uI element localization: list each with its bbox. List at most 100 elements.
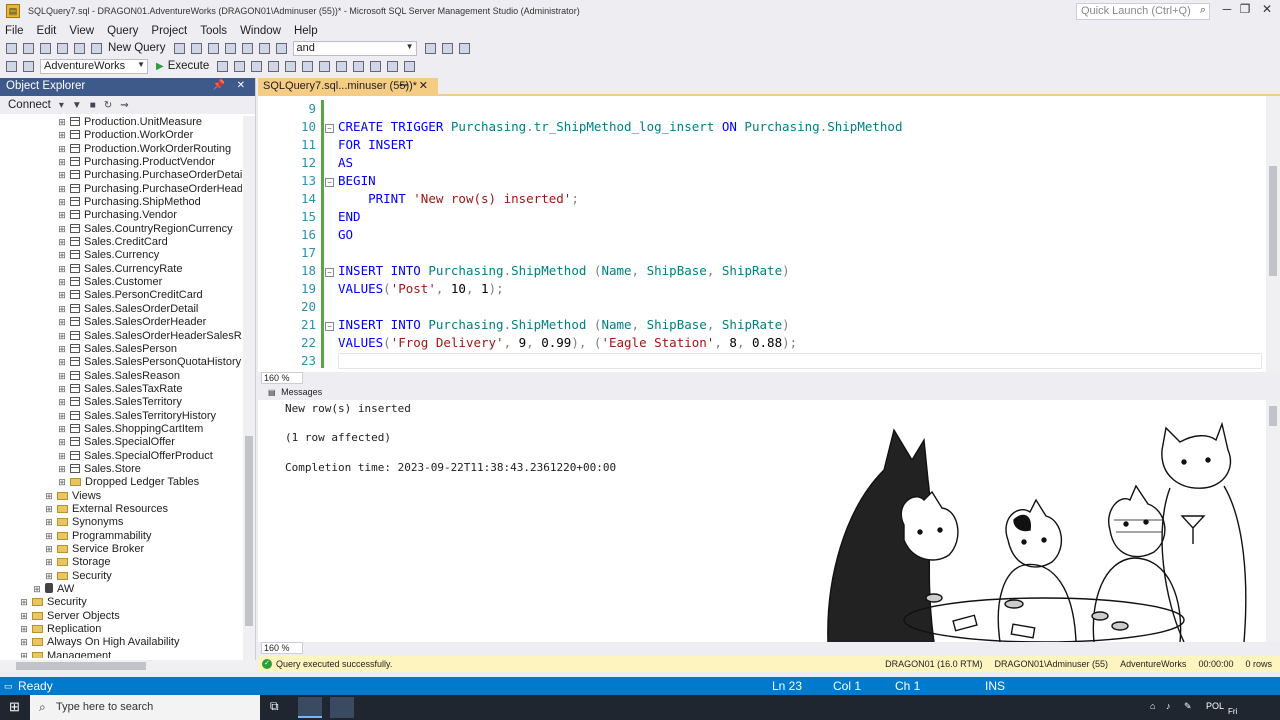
menu-edit[interactable]: Edit [37, 25, 57, 37]
volume-icon[interactable]: ♪ [1166, 701, 1171, 711]
solution-icon[interactable] [258, 42, 270, 54]
expand-icon[interactable]: ⊞ [45, 503, 53, 516]
expand-icon[interactable]: ⊞ [58, 143, 66, 156]
menu-window[interactable]: Window [240, 25, 281, 37]
tree-node-table[interactable]: ⊞ Sales.SalesTaxRate [0, 383, 242, 396]
scroll-thumb[interactable] [16, 662, 146, 670]
connect-button[interactable]: Connect [8, 99, 51, 111]
find-combo[interactable]: and ▼ [292, 40, 417, 56]
menu-file[interactable]: File [5, 25, 24, 37]
expand-icon[interactable]: ⊞ [58, 249, 66, 262]
filter-icon[interactable]: ▼ [72, 100, 82, 111]
clock-day[interactable]: Fri [1228, 707, 1237, 716]
results-text-icon[interactable] [302, 60, 314, 72]
close-button[interactable]: ✕ [1254, 2, 1280, 20]
database-select[interactable]: AdventureWorks ▼ [40, 58, 148, 74]
expand-icon[interactable]: ⊞ [58, 343, 66, 356]
close-icon[interactable]: ✕ [237, 80, 245, 91]
indent-icon[interactable] [404, 60, 416, 72]
tree-node-table[interactable]: ⊞ Purchasing.PurchaseOrderDetail [0, 169, 242, 182]
open-file-icon[interactable] [57, 42, 68, 54]
tree-node-folder[interactable]: ⊞ Always On High Availability [0, 636, 242, 649]
tree-node-folder[interactable]: ⊞ Views [0, 490, 242, 503]
tree-node-table[interactable]: ⊞ Sales.Currency [0, 249, 242, 262]
menu-help[interactable]: Help [294, 25, 318, 37]
tree-node-table[interactable]: ⊞ Sales.Customer [0, 276, 242, 289]
tree-node-table[interactable]: ⊞ Sales.SalesOrderHeader [0, 316, 242, 329]
back-icon[interactable] [6, 42, 17, 54]
save-all-icon[interactable] [91, 42, 102, 54]
expand-icon[interactable]: ⊞ [45, 570, 53, 583]
expand-icon[interactable]: ⊞ [58, 209, 66, 222]
new-query-button[interactable]: New Query [108, 42, 166, 54]
expand-icon[interactable]: ⊞ [58, 410, 66, 423]
file-explorer-taskbar-icon[interactable] [330, 697, 354, 718]
editor-zoom-select[interactable]: 160 % [261, 372, 303, 384]
expand-icon[interactable]: ⊞ [45, 556, 53, 569]
expand-icon[interactable]: ⊞ [58, 156, 66, 169]
expand-icon[interactable]: ⊞ [58, 236, 66, 249]
expand-icon[interactable]: ⊞ [58, 303, 66, 316]
tree-node-folder[interactable]: ⊞ Replication [0, 623, 242, 636]
new-project-icon[interactable] [40, 42, 51, 54]
tree-node-table[interactable]: ⊞ Sales.ShoppingCartItem [0, 423, 242, 436]
expand-icon[interactable]: ⊞ [58, 183, 66, 196]
expand-icon[interactable]: ⊞ [58, 356, 66, 369]
properties-icon[interactable] [424, 42, 436, 54]
tree-node-table[interactable]: ⊞ Sales.SalesPerson [0, 343, 242, 356]
expand-icon[interactable]: ⊞ [58, 129, 66, 142]
expand-icon[interactable]: ⊞ [45, 543, 53, 556]
expand-icon[interactable]: ⊞ [33, 583, 41, 596]
expand-icon[interactable]: ⊞ [58, 223, 66, 236]
tree-node-table[interactable]: ⊞ Production.WorkOrder [0, 129, 242, 142]
menu-view[interactable]: View [69, 25, 94, 37]
forward-icon[interactable] [23, 42, 34, 54]
expand-icon[interactable]: ⊞ [58, 450, 66, 463]
pin-icon[interactable]: ⊷ [399, 80, 408, 91]
uncomment-icon[interactable] [370, 60, 382, 72]
comment-icon[interactable] [353, 60, 365, 72]
tree-node-folder[interactable]: ⊞ Synonyms [0, 516, 242, 529]
collapse-icon[interactable]: − [325, 268, 334, 277]
tree-node-table[interactable]: ⊞ Sales.CurrencyRate [0, 263, 242, 276]
tree-node-table[interactable]: ⊞ Sales.SalesTerritory [0, 396, 242, 409]
activity-icon[interactable]: ⇝ [120, 100, 128, 111]
tree-node-table[interactable]: ⊞ Sales.CountryRegionCurrency [0, 223, 242, 236]
chevron-down-icon[interactable]: ▾ [59, 100, 64, 111]
expand-icon[interactable]: ⊞ [58, 276, 66, 289]
expand-icon[interactable]: ⊞ [20, 596, 28, 609]
tree-node-table[interactable]: ⊞ Sales.SalesReason [0, 370, 242, 383]
expand-icon[interactable]: ⊞ [20, 623, 28, 636]
undo-icon[interactable] [224, 42, 236, 54]
tools-icon[interactable] [441, 42, 453, 54]
expand-icon[interactable]: ⊞ [20, 610, 28, 623]
tree-node-table[interactable]: ⊞ Sales.Store [0, 463, 242, 476]
tree-node-table[interactable]: ⊞ Sales.SalesPersonQuotaHistory [0, 356, 242, 369]
editor-vscroll[interactable] [1266, 96, 1280, 372]
stop-icon[interactable]: ■ [90, 100, 96, 111]
results-zoom-select[interactable]: 160 % [261, 642, 303, 654]
tree-node-folder[interactable]: ⊞ External Resources [0, 503, 242, 516]
refresh-icon[interactable]: ↻ [104, 100, 112, 111]
tab-messages[interactable]: Messages [281, 387, 322, 397]
sql-editor[interactable]: 9 10 11 12 13 14 15 16 17 18 19 20 21 22… [258, 96, 1280, 372]
paste-icon[interactable] [207, 42, 219, 54]
tree-node-folder[interactable]: ⊞ Programmability [0, 530, 242, 543]
expand-icon[interactable]: ⊞ [58, 263, 66, 276]
expand-icon[interactable]: ⊞ [20, 636, 28, 649]
tree-node-table[interactable]: ⊞ Purchasing.ProductVendor [0, 156, 242, 169]
tree-node-folder[interactable]: ⊞ Security [0, 570, 242, 583]
windows-start-icon[interactable]: ⊞ [9, 699, 20, 715]
expand-icon[interactable]: ⊞ [58, 383, 66, 396]
tree-node-table[interactable]: ⊞ Production.UnitMeasure [0, 116, 242, 129]
copy-icon[interactable] [190, 42, 202, 54]
execute-button[interactable]: Execute [168, 60, 210, 72]
outdent-icon[interactable] [387, 60, 399, 72]
pin-icon[interactable]: 📌 [213, 80, 225, 91]
expand-icon[interactable]: ⊞ [20, 650, 28, 658]
menu-project[interactable]: Project [151, 25, 187, 37]
expand-icon[interactable]: ⊞ [58, 316, 66, 329]
expand-icon[interactable]: ⊞ [58, 463, 66, 476]
network-icon[interactable]: ⌂ [1150, 701, 1155, 711]
tree-node-folder[interactable]: ⊞ Management [0, 650, 242, 658]
